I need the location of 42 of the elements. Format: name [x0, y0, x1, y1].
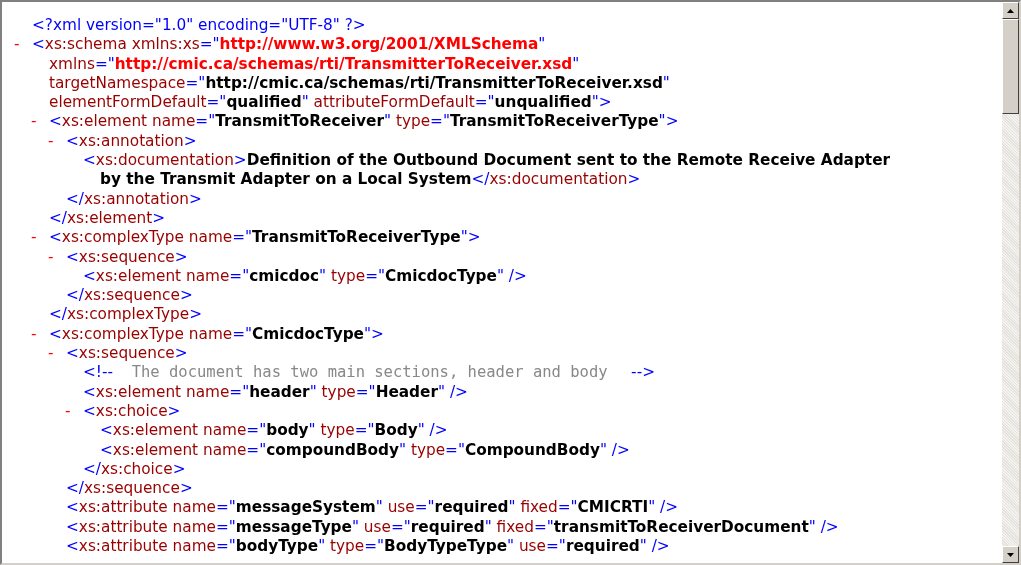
xml-line: targetNamespace="http://cmic.ca/schemas/rti/TransmitterToReceiver.xsd" — [49, 73, 670, 94]
up-arrow-icon — [1007, 8, 1014, 13]
xml-line: <xs:attribute name="messageType" use="required" fixed="transmitToReceiverDocument" /> — [66, 517, 839, 537]
collapse-toggle[interactable]: - — [31, 112, 49, 132]
xml-line: by the Transmit Adapter on a Local System</xs:documentation> — [100, 170, 641, 190]
scrollbar-track[interactable] — [1002, 2, 1019, 563]
xml-line: <?xml version="1.0" encoding="UTF-8" ?> — [32, 16, 366, 36]
scrollbar-thumb[interactable] — [1002, 19, 1019, 114]
xml-line: <xs:complexType name="TransmitToReceiverType"> — [49, 228, 481, 248]
xml-line: <xs:annotation> — [66, 131, 197, 152]
xml-line: </xs:element> — [49, 208, 166, 229]
xml-line: </xs:sequence> — [66, 286, 193, 306]
down-arrow-icon — [1007, 552, 1014, 557]
xml-line: <xs:sequence> — [66, 247, 188, 267]
collapse-toggle[interactable]: - — [48, 131, 66, 152]
xml-line: <xs:element name="compoundBody" type="CompoundBody" /> — [100, 440, 630, 460]
xml-line: <xs:schema xmlns:xs="http://www.w3.org/2001/XMLSchema" — [32, 35, 546, 55]
xml-line: <xs:element name="cmicdoc" type="CmicdocType" /> — [83, 266, 527, 287]
xml-line: </xs:choice> — [83, 459, 186, 480]
xml-line: <xs:element name="header" type="Header" /> — [83, 382, 468, 402]
xml-line: <xs:sequence> — [66, 344, 188, 364]
xml-line: <xs:attribute name="bodyType" type="BodyTypeType" use="required" /> — [66, 537, 670, 557]
collapse-toggle[interactable]: - — [65, 401, 83, 422]
xml-line: xmlns="http://cmic.ca/schemas/rti/TransmitterToReceiver.xsd" — [49, 54, 580, 74]
xml-line: elementFormDefault="qualified" attributeFormDefault="unqualified"> — [49, 93, 612, 113]
collapse-toggle[interactable]: - — [31, 324, 49, 345]
collapse-toggle[interactable]: - — [14, 35, 32, 55]
xml-line: <xs:attribute name="messageSystem" use="required" fixed="CMICRTI" /> — [66, 498, 679, 518]
collapse-toggle[interactable]: - — [31, 228, 49, 248]
xml-line: <xs:element name="TransmitToReceiver" type="TransmitToReceiverType"> — [49, 112, 679, 132]
collapse-toggle[interactable]: - — [48, 247, 66, 267]
xml-line: <xs:choice> — [83, 401, 181, 422]
scroll-up-button[interactable] — [1002, 2, 1019, 19]
collapse-toggle[interactable]: - — [48, 344, 66, 364]
xml-line: <xs:documentation>Definition of the Outbound Document sent to the Remote Receive Adapter — [83, 151, 891, 171]
xml-line: <xs:complexType name="CmicdocType"> — [49, 324, 384, 345]
xml-line: </xs:sequence> — [66, 479, 193, 499]
xml-line: </xs:annotation> — [66, 189, 202, 209]
xml-line: <xs:element name="body" type="Body" /> — [100, 421, 448, 441]
xml-line: <!-- The document has two main sections, header and body --> — [83, 363, 655, 383]
scroll-down-button[interactable] — [1002, 546, 1019, 563]
xml-line: </xs:complexType> — [49, 305, 202, 325]
